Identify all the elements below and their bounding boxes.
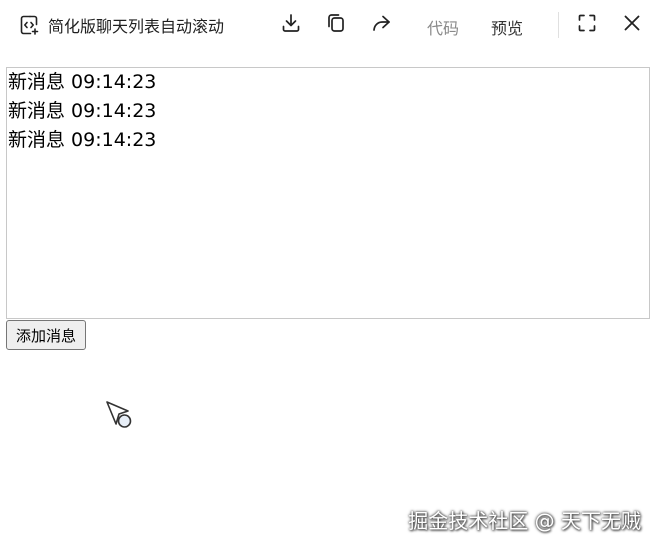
add-message-button[interactable]: 添加消息: [6, 320, 87, 350]
chat-list[interactable]: 新消息 09:14:23 新消息 09:14:23 新消息 09:14:23: [6, 67, 650, 319]
page: 简化版聊天列表自动滚动 代码 预览 新消息 09:14:23 新消息 09:14…: [0, 0, 657, 546]
fullscreen-button[interactable]: [575, 13, 599, 37]
tab-preview[interactable]: 预览: [491, 15, 523, 39]
share-button[interactable]: [369, 13, 393, 37]
share-icon: [370, 12, 392, 38]
close-icon: [621, 12, 643, 38]
tab-code[interactable]: 代码: [427, 15, 459, 39]
fullscreen-icon: [576, 12, 598, 38]
list-item: 新消息 09:14:23: [8, 71, 157, 93]
toolbar-divider: [558, 12, 559, 38]
page-title: 简化版聊天列表自动滚动: [48, 17, 225, 36]
code-file-icon: [18, 14, 40, 36]
list-item: 新消息 09:14:23: [8, 100, 157, 122]
copy-button[interactable]: [324, 13, 348, 37]
list-item: 新消息 09:14:23: [8, 129, 157, 151]
download-button[interactable]: [279, 13, 303, 37]
mouse-cursor-icon: [104, 399, 136, 433]
close-button[interactable]: [620, 13, 644, 37]
copy-icon: [325, 12, 347, 38]
download-icon: [280, 12, 302, 38]
watermark: 掘金技术社区 @ 天下无贼: [408, 509, 641, 533]
